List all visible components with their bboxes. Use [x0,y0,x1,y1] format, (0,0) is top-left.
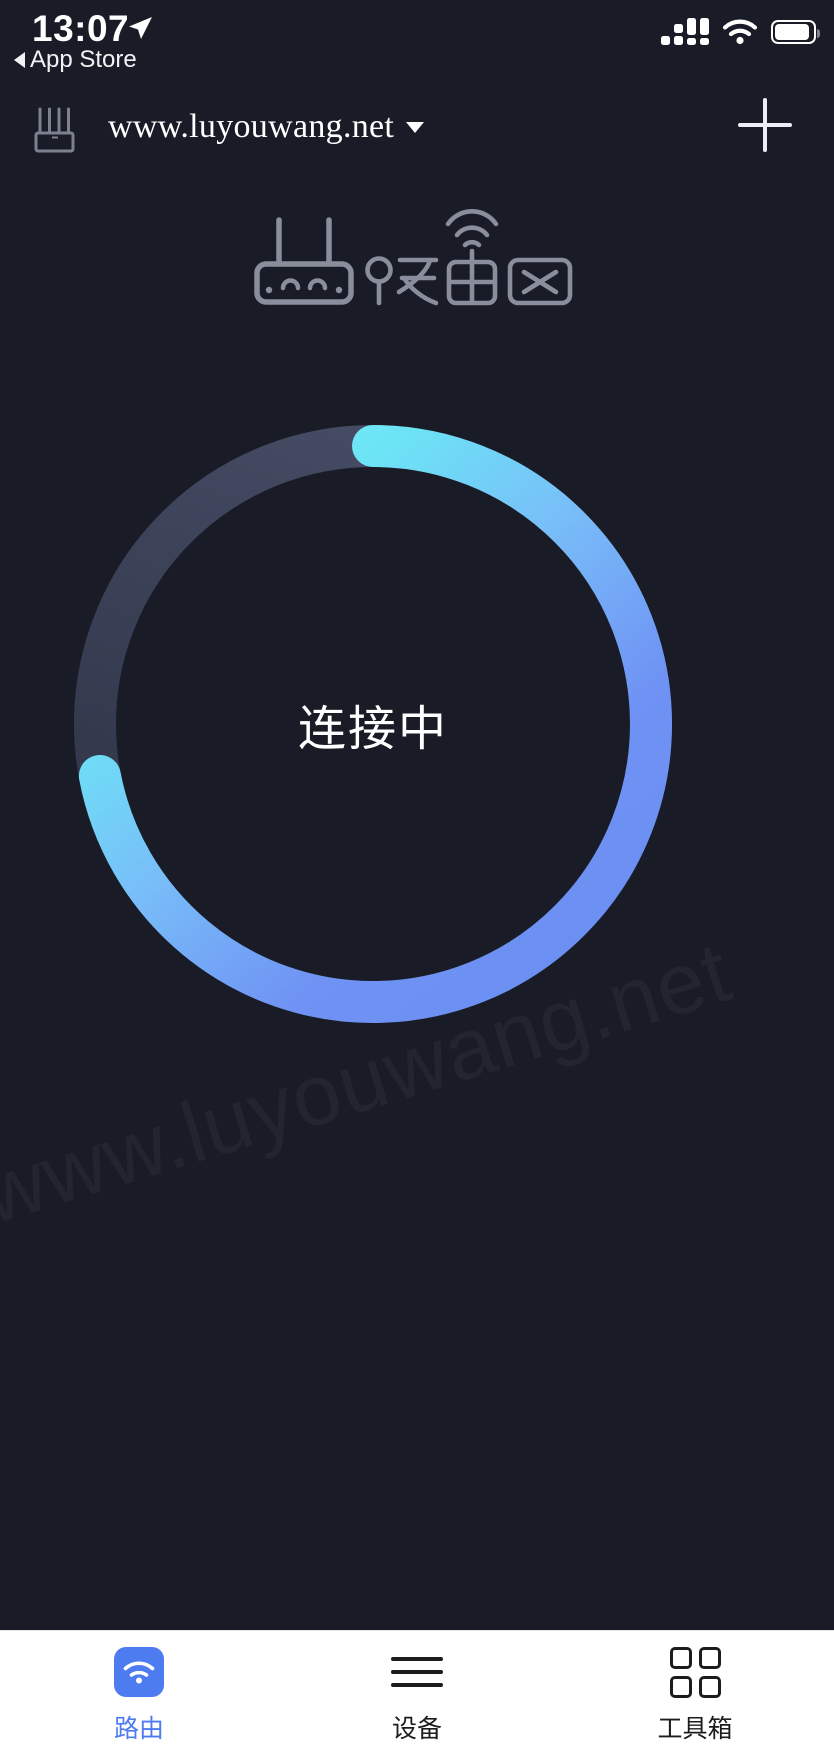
status-bar: 13:07 App Store [0,0,834,84]
app-header: www.luyouwang.net [0,92,834,162]
back-caret-icon [14,52,25,68]
location-arrow-icon [129,17,152,39]
status-clock: 13:07 [32,8,130,49]
tab-devices[interactable]: 设备 [278,1631,556,1754]
tab-devices-icon-box [391,1645,443,1699]
list-lines-icon [391,1657,443,1687]
battery-icon [771,19,820,44]
tab-router-icon-box [114,1645,164,1699]
connection-status-text: 连接中 [297,701,448,757]
cellular-signal-icon [661,18,709,45]
wifi-icon [114,1647,164,1697]
tab-router[interactable]: 路由 [0,1631,278,1754]
chevron-down-icon [406,121,425,133]
router-face-logo-icon [254,209,573,306]
ssid-selector[interactable]: www.luyouwang.net [108,108,425,146]
ssid-label: www.luyouwang.net [108,108,395,145]
tab-router-label: 路由 [113,1714,164,1743]
tab-toolbox-label: 工具箱 [657,1714,733,1743]
tab-devices-label: 设备 [391,1714,442,1743]
app-screen: www.luyouwang.net 13:07 App Store www.lu… [0,0,834,1754]
wifi-icon [722,19,758,45]
tab-toolbox-icon-box [669,1645,721,1699]
back-to-app-store-link[interactable]: App Store [14,46,137,74]
tab-toolbox[interactable]: 工具箱 [556,1631,834,1754]
grid-squares-icon [669,1646,721,1698]
plus-icon[interactable] [734,94,796,156]
brand-logo [0,198,834,318]
bottom-tab-bar: 路由 设备 工具箱 [0,1630,834,1754]
connection-progress-ring: 连接中 [63,414,683,1034]
status-bar-indicators [661,18,820,45]
router-icon [34,107,75,153]
back-label: App Store [30,46,137,73]
